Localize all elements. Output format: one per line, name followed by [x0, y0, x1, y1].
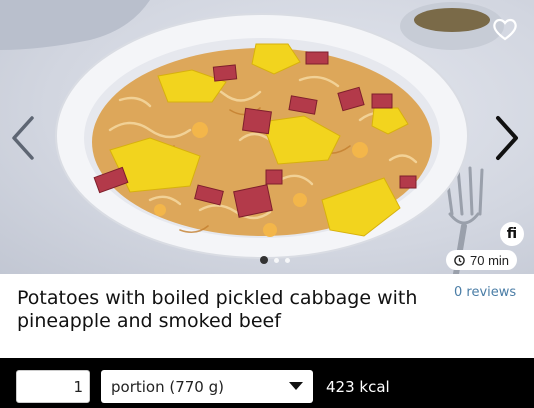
prev-slide-arrow[interactable] — [6, 112, 40, 164]
carousel-dots — [260, 256, 290, 264]
clock-icon — [454, 254, 465, 266]
reviews-link[interactable]: 0 reviews — [454, 285, 516, 300]
recipe-photo — [0, 0, 504, 274]
carousel-dot[interactable] — [285, 257, 290, 263]
carousel-dot[interactable] — [274, 257, 279, 263]
cooking-time-badge: 70 min — [446, 250, 518, 270]
caret-down-icon — [289, 382, 303, 390]
fi-logo-badge: fi — [500, 222, 524, 246]
cooking-time-label: 70 min — [470, 252, 510, 268]
portion-select-label: portion (770 g) — [111, 377, 224, 396]
recipe-title: Potatoes with boiled pickled cabbage wit… — [17, 287, 418, 332]
next-slide-arrow[interactable] — [490, 112, 524, 164]
portion-select[interactable]: portion (770 g) — [101, 370, 313, 403]
kcal-value: 423 kcal — [326, 378, 390, 396]
heart-icon[interactable] — [490, 14, 520, 44]
recipe-photo-carousel[interactable]: fi 70 min — [0, 0, 534, 274]
quantity-input[interactable] — [16, 370, 90, 403]
carousel-dot[interactable] — [260, 256, 268, 264]
nutrition-bar: portion (770 g) 423 kcal — [0, 358, 534, 408]
